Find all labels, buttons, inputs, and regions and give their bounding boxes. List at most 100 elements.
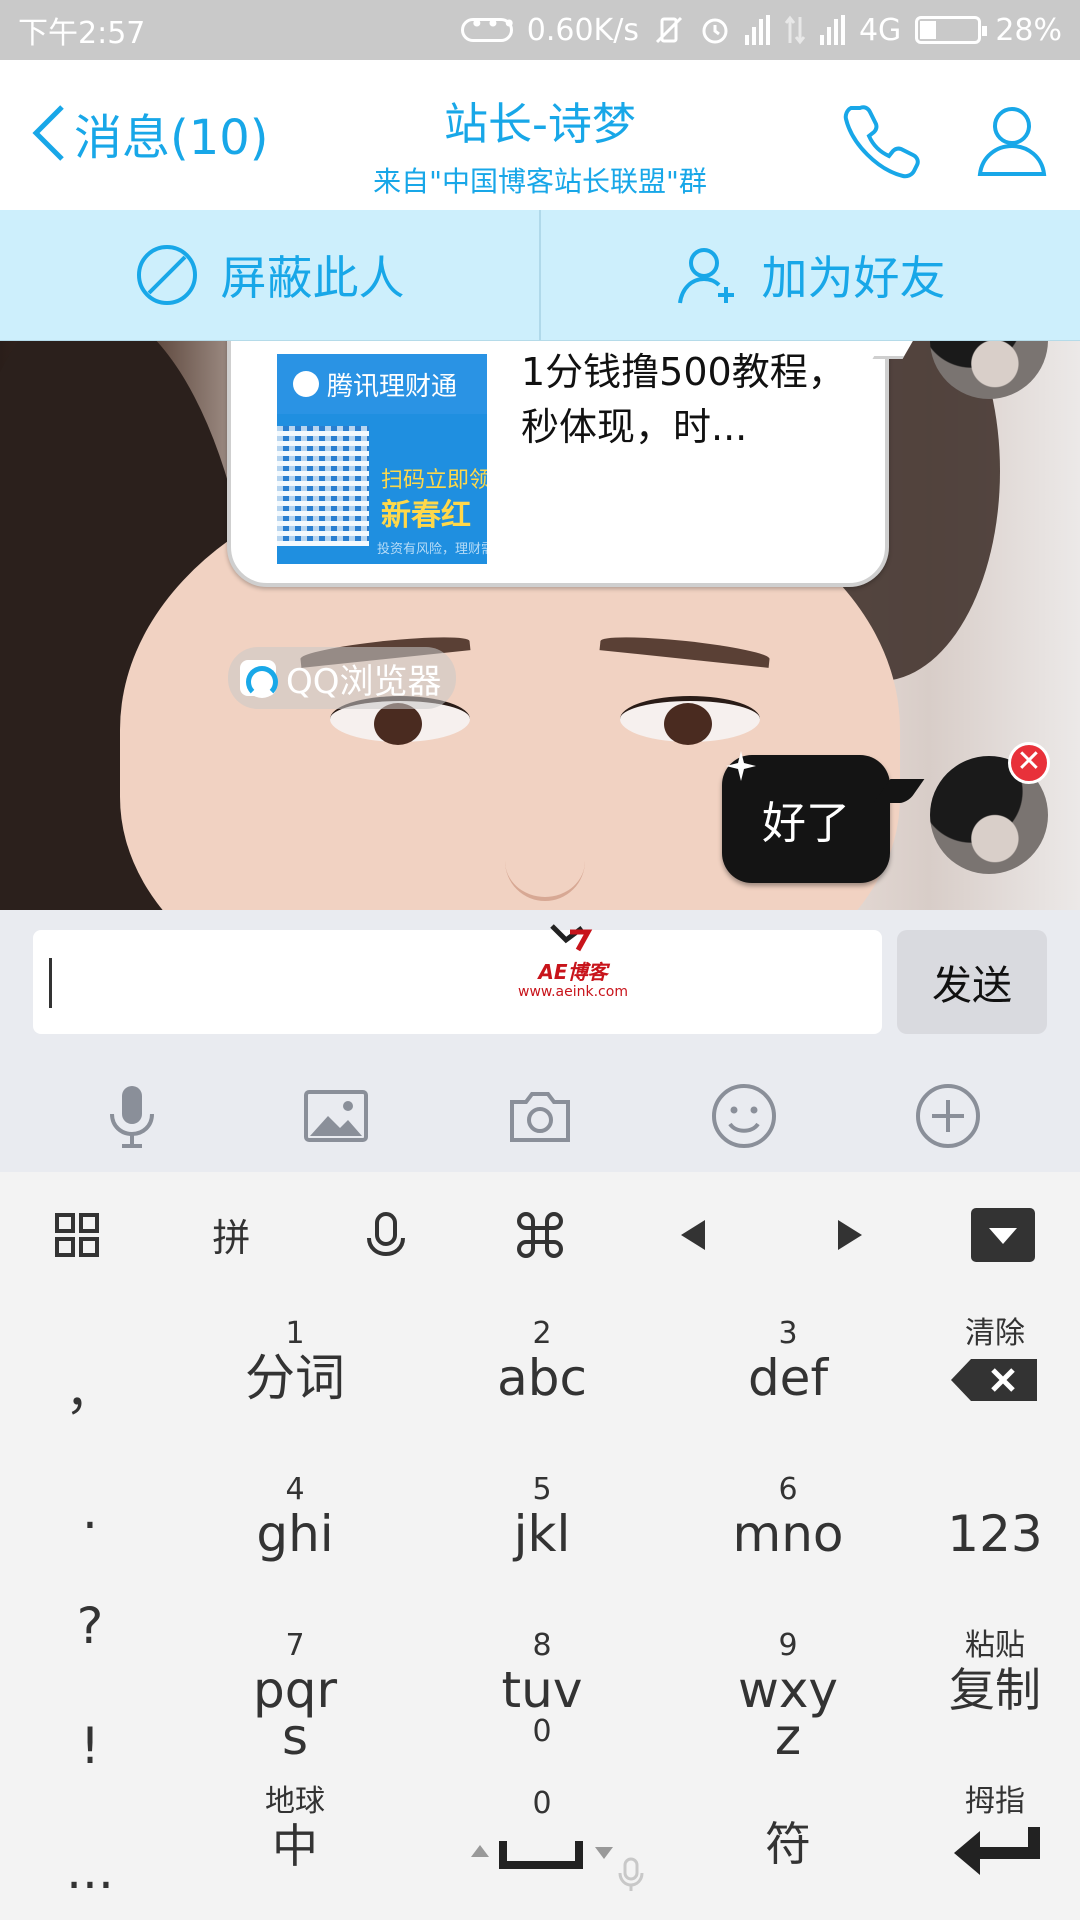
key-6[interactable]: 6 mno xyxy=(708,1472,868,1563)
key-number: 6 xyxy=(778,1472,798,1507)
key-comma[interactable]: ， xyxy=(60,1352,120,1424)
block-icon xyxy=(136,245,197,305)
enter-icon xyxy=(954,1827,1040,1875)
add-user-icon xyxy=(677,248,734,304)
language-key[interactable]: 地球中 xyxy=(225,1784,365,1874)
sparkle-icon xyxy=(726,751,756,781)
thumbnail-brand: 腾讯理财通 xyxy=(277,354,487,414)
key-2[interactable]: 2 abc xyxy=(462,1316,622,1406)
thumb-label: 拇指 xyxy=(965,1784,1025,1819)
grid-menu-icon[interactable] xyxy=(37,1195,117,1275)
key-7[interactable]: 7 pqr s xyxy=(215,1629,375,1766)
key-number: 5 xyxy=(532,1472,552,1507)
key-sublabel: z xyxy=(774,1708,802,1766)
message-text: 好了 xyxy=(762,798,850,849)
keyboard-toolbar: 拼 xyxy=(0,1172,1080,1297)
symbols-key[interactable]: 符 xyxy=(708,1817,868,1871)
backspace-icon xyxy=(951,1359,1037,1401)
hide-keyboard-icon[interactable] xyxy=(963,1195,1043,1275)
key-exclaim[interactable]: ! xyxy=(60,1717,120,1775)
cursor-left-icon[interactable] xyxy=(654,1195,734,1275)
block-user-button[interactable]: 屏蔽此人 xyxy=(0,210,539,340)
brand-logo-icon xyxy=(293,371,319,397)
thumbnail-line-2: 新春红 xyxy=(381,498,471,533)
space-key[interactable]: 0 xyxy=(462,1787,622,1877)
add-friend-button[interactable]: 加为好友 xyxy=(539,210,1080,340)
key-question[interactable]: ? xyxy=(60,1597,120,1655)
input-bar: AE博客 www.aeink.com 发送 xyxy=(0,910,1080,1060)
camera-icon[interactable] xyxy=(504,1080,576,1152)
key-number: 4 xyxy=(285,1472,305,1507)
key-9[interactable]: 9 wxy z xyxy=(708,1628,868,1766)
send-button[interactable]: 发送 xyxy=(897,930,1047,1034)
delete-key[interactable]: 清除 xyxy=(925,1317,1065,1403)
key-1[interactable]: 1 分词 xyxy=(215,1316,375,1407)
key-label: mno xyxy=(732,1505,844,1563)
stranger-action-bar: 屏蔽此人 加为好友 xyxy=(0,210,1080,341)
copy-paste-key[interactable]: 粘贴 复制 xyxy=(925,1628,1065,1718)
signal-icon-2 xyxy=(819,15,845,45)
key-sublabel: 0 xyxy=(532,1714,552,1749)
image-icon[interactable] xyxy=(300,1080,372,1152)
watermark: AE博客 www.aeink.com xyxy=(493,922,653,1012)
profile-icon[interactable] xyxy=(972,100,1052,180)
numbers-label: 123 xyxy=(947,1505,1043,1563)
language-label: 中 xyxy=(272,1819,318,1873)
copy-label: 复制 xyxy=(949,1663,1041,1717)
key-4[interactable]: 4 ghi xyxy=(215,1472,375,1563)
background-nose xyxy=(505,771,585,901)
space-bar-icon xyxy=(471,1841,613,1869)
key-label: 分词 xyxy=(245,1349,345,1407)
paste-label: 粘贴 xyxy=(965,1628,1025,1663)
qq-browser-icon xyxy=(240,660,278,698)
browser-source-tag[interactable]: QQ浏览器 xyxy=(228,647,456,709)
voice-input-icon[interactable] xyxy=(346,1195,426,1275)
key-3[interactable]: 3 def xyxy=(708,1317,868,1406)
input-tools xyxy=(0,1060,1080,1172)
key-label: ghi xyxy=(256,1505,334,1563)
key-label: jkl xyxy=(513,1505,571,1563)
numbers-key[interactable]: 123 xyxy=(925,1507,1065,1561)
status-time: 下午2:57 xyxy=(18,16,146,51)
key-number: 2 xyxy=(532,1316,552,1351)
chat-header: 消息(10) 站长-诗梦 来自"中国博客站长联盟"群 xyxy=(0,60,1080,210)
phone-icon[interactable] xyxy=(842,100,922,180)
plus-icon[interactable] xyxy=(912,1080,984,1152)
emoji-icon[interactable] xyxy=(708,1080,780,1152)
globe-label: 地球 xyxy=(265,1784,325,1819)
chat-messages[interactable]: 腾讯理财通 扫码立即领 新春红 投资有风险，理财需 1分钱撸500教程，秒体现，… xyxy=(0,341,1080,910)
add-friend-label: 加为好友 xyxy=(761,251,946,305)
symbols-label: 符 xyxy=(765,1817,811,1871)
message-input[interactable]: AE博客 www.aeink.com xyxy=(33,924,882,1034)
thumbnail-line-3: 投资有风险，理财需 xyxy=(377,542,487,557)
more-dots-icon xyxy=(460,10,518,42)
pinyin-key[interactable]: 拼 xyxy=(191,1195,271,1275)
small-mic-icon xyxy=(618,1857,644,1891)
shared-link-card[interactable]: 腾讯理财通 扫码立即领 新春红 投资有风险，理财需 1分钱撸500教程，秒体现，… xyxy=(227,341,889,587)
cursor-right-icon[interactable] xyxy=(809,1195,889,1275)
alarm-icon xyxy=(702,18,728,44)
key-label: tuv xyxy=(501,1661,583,1719)
key-sublabel: s xyxy=(281,1708,309,1766)
thumbnail-brand-text: 腾讯理财通 xyxy=(327,371,458,402)
space-number: 0 xyxy=(532,1786,552,1821)
send-failed-icon[interactable]: ✕ xyxy=(1008,742,1050,784)
key-number: 1 xyxy=(285,1316,305,1351)
browser-source-label: QQ浏览器 xyxy=(286,661,442,702)
key-number: 9 xyxy=(778,1628,798,1663)
watermark-logo-icon xyxy=(550,924,593,952)
clear-label: 清除 xyxy=(965,1316,1025,1351)
key-8[interactable]: 8 tuv 0 xyxy=(462,1629,622,1747)
key-5[interactable]: 5 jkl xyxy=(462,1472,622,1563)
status-bar: 下午2:57 0.60K/s 4G 28% xyxy=(0,0,1080,60)
key-ellipsis[interactable]: ... xyxy=(60,1842,120,1900)
key-period[interactable]: . xyxy=(60,1482,120,1540)
network-speed: 0.60K/s xyxy=(526,12,639,48)
qr-code-icon xyxy=(277,426,369,546)
enter-key[interactable]: 拇指 xyxy=(925,1785,1065,1879)
command-icon[interactable] xyxy=(500,1195,580,1275)
microphone-icon[interactable] xyxy=(96,1080,168,1152)
keyboard: ， . ? ! ... 1 分词 2 abc 3 def 4 ghi 5 jkl 6 mno… xyxy=(0,1297,1080,1920)
card-thumbnail: 腾讯理财通 扫码立即领 新春红 投资有风险，理财需 xyxy=(277,354,487,564)
battery-icon xyxy=(915,16,988,44)
